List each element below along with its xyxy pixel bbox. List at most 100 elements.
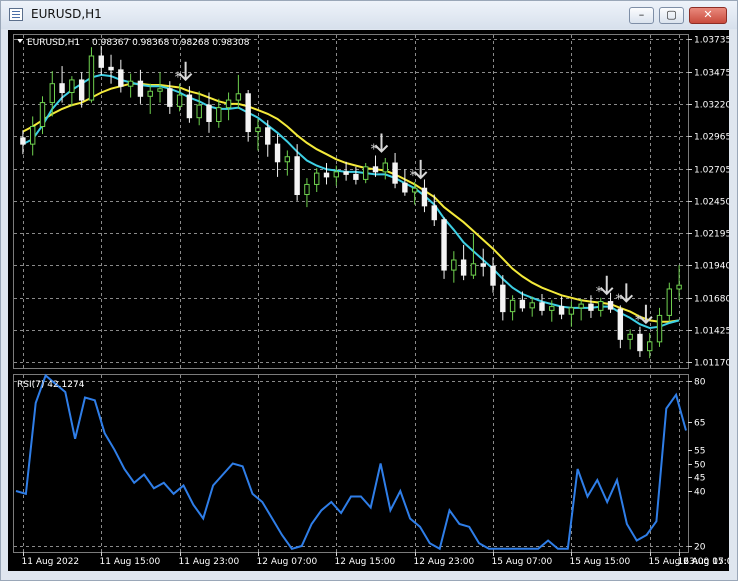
rsi-tick-label: 50 (694, 461, 706, 471)
candle-body (235, 93, 242, 101)
star-marker-icon: * (410, 169, 417, 184)
candlesticks[interactable] (20, 45, 682, 359)
star-marker-icon: * (370, 142, 377, 157)
candle-body (147, 90, 153, 97)
candle-body (294, 156, 300, 196)
candle-body (265, 127, 271, 145)
candle-body (284, 156, 291, 163)
candle-body (127, 80, 134, 87)
candle-body (558, 306, 565, 315)
time-tick-label: 15 Aug 07:00 (492, 557, 553, 567)
candle-body (333, 171, 340, 178)
chart-window-icon (9, 8, 23, 21)
rsi-pane-frame (13, 374, 689, 553)
candle-body (216, 107, 222, 122)
candle-body (441, 219, 447, 271)
time-tick-label: 12 Aug 07:00 (257, 557, 318, 567)
chart-window: EURUSD,H1 – ▢ ✕ 1.03735 1.03475 1.03220 1.0… (0, 0, 738, 581)
candle-body (274, 143, 281, 163)
rsi-tick-label: 45 (694, 474, 705, 484)
candle-body (382, 162, 388, 173)
candle-body (255, 127, 261, 133)
candle-body (59, 83, 65, 94)
price-tick-label: 1.02705 (694, 166, 729, 176)
candle-body (29, 126, 36, 145)
slow-ma-line (22, 82, 680, 323)
candle-body (343, 171, 349, 175)
time-tick-label: 16 Aug 15:00 (678, 557, 730, 567)
candle-body (353, 173, 359, 180)
ohlc-values: 0.98367 0.98368 0.98268 0.98308 (92, 38, 250, 48)
time-tick-label: 11 Aug 15:00 (100, 557, 161, 567)
rsi-axis: 80 65 55 50 45 40 20 (688, 378, 706, 553)
time-tick-label: 12 Aug 23:00 (414, 557, 475, 567)
close-button[interactable]: ✕ (689, 7, 727, 24)
candle-body (392, 162, 398, 184)
price-tick-label: 1.02965 (694, 133, 729, 143)
candle-body (617, 308, 624, 340)
candle-body (627, 333, 633, 340)
candle-body (451, 259, 457, 271)
candle-body (196, 104, 202, 119)
grid-lines (14, 35, 688, 552)
candle-body (78, 79, 85, 101)
sell-arrow-icon (178, 61, 193, 82)
candle-body (431, 205, 437, 221)
candle-body (529, 302, 535, 309)
candle-body (411, 187, 418, 193)
candle-body (598, 301, 604, 311)
star-marker-icon: * (596, 285, 603, 300)
rsi-tick-label: 65 (694, 419, 705, 429)
candle-body (588, 303, 594, 311)
time-tick-label: 11 Aug 23:00 (179, 557, 240, 567)
candle-body (88, 55, 95, 101)
star-marker-icon: * (635, 314, 642, 329)
price-tick-label: 1.02195 (694, 230, 729, 240)
sell-arrow-icon (600, 275, 614, 296)
candle-body (372, 166, 379, 173)
candle-body (402, 182, 408, 193)
price-tick-label: 1.01425 (694, 327, 729, 337)
candle-body (108, 66, 114, 71)
sell-arrow-icon (413, 159, 428, 180)
collapse-triangle-icon[interactable] (17, 39, 23, 43)
candle-body (98, 55, 104, 68)
price-tick-label: 1.01940 (694, 262, 729, 272)
candle-body (176, 94, 183, 107)
rsi-tick-label: 40 (694, 488, 706, 498)
star-marker-icon: * (175, 71, 182, 86)
candle-body (206, 104, 212, 122)
candle-body (362, 166, 369, 180)
minimize-button[interactable]: – (629, 7, 654, 24)
price-axis: 1.03735 1.03475 1.03220 1.02965 1.02705 1.024… (688, 36, 729, 369)
candle-body (39, 102, 46, 128)
time-axis: 11 Aug 2022 11 Aug 15:00 11 Aug 23:00 12 Au… (22, 552, 730, 567)
candle-body (157, 88, 163, 92)
candle-body (245, 93, 251, 133)
candle-body (225, 99, 232, 109)
title-bar[interactable]: EURUSD,H1 – ▢ ✕ (1, 1, 737, 29)
candle-body (490, 265, 496, 286)
symbol-label: EURUSD,H1 (27, 38, 80, 48)
rsi-label: RSI(7) 42.1274 (17, 380, 85, 390)
rsi-series-line (15, 373, 687, 551)
candle-body (539, 302, 545, 311)
chart-canvas[interactable]: 1.03735 1.03475 1.03220 1.02965 1.02705 1.024… (8, 30, 729, 571)
candle-body (314, 172, 320, 185)
symbol-legend: EURUSD,H1 0.98367 0.98368 0.98268 0.9830… (17, 38, 250, 48)
candle-body (460, 259, 467, 276)
candle-body (607, 301, 614, 310)
candle-body (519, 299, 526, 309)
candle-body (69, 79, 75, 94)
maximize-button[interactable]: ▢ (659, 7, 684, 24)
star-marker-icon: * (615, 292, 622, 307)
candle-body (167, 88, 173, 107)
candle-body (323, 172, 330, 178)
candle-body (470, 263, 477, 276)
price-tick-label: 1.03220 (694, 101, 729, 111)
candle-body (647, 341, 653, 352)
chart-area[interactable]: 1.03735 1.03475 1.03220 1.02965 1.02705 1.024… (8, 30, 729, 571)
candle-body (676, 284, 682, 290)
window-title: EURUSD,H1 (31, 7, 102, 21)
candle-body (480, 263, 486, 267)
